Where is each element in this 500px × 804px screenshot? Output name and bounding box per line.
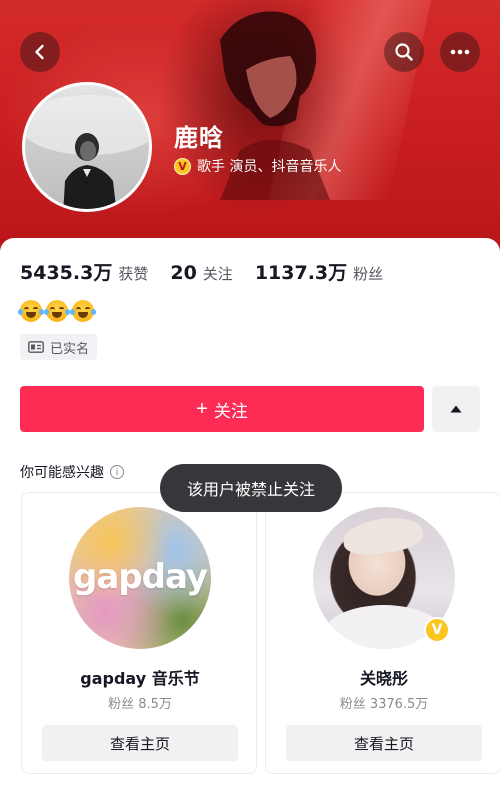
stat-label: 粉丝 — [353, 265, 384, 283]
avatar[interactable] — [22, 82, 152, 212]
recommend-avatar[interactable]: gapday — [69, 507, 211, 649]
recommend-name: gapday 音乐节 — [80, 669, 200, 688]
info-icon[interactable]: i — [110, 465, 124, 479]
search-button[interactable] — [384, 32, 424, 72]
stat-label: 关注 — [202, 265, 233, 283]
laughing-crying-emoji-icon — [18, 300, 44, 322]
gapday-logo: gapday — [72, 557, 208, 597]
search-icon — [395, 43, 413, 61]
beret-shape — [341, 513, 425, 559]
more-button[interactable] — [440, 32, 480, 72]
verification-text: 歌手 演员、抖音音乐人 — [197, 159, 342, 175]
recommend-title: 你可能感兴趣 i — [20, 462, 124, 482]
stat-following[interactable]: 20 关注 — [170, 262, 232, 284]
profile-name: 鹿晗 — [174, 124, 224, 152]
stat-label: 获赞 — [118, 265, 149, 283]
view-profile-button[interactable]: 查看主页 — [286, 725, 482, 761]
recommend-title-text: 你可能感兴趣 — [20, 465, 104, 481]
recommend-fans: 粉丝 3376.5万 — [339, 697, 429, 712]
follow-label: 关注 — [213, 401, 248, 421]
stat-likes[interactable]: 5435.3万 获赞 — [20, 258, 148, 285]
verified-badge-icon: V — [424, 617, 450, 643]
chevron-left-icon — [35, 44, 44, 60]
follow-button[interactable]: + 关注 — [20, 386, 424, 432]
recommend-card[interactable]: V 关晓彤 粉丝 3376.5万 查看主页 — [265, 492, 500, 774]
laughing-crying-emoji-icon — [44, 300, 70, 322]
id-card-icon — [28, 341, 44, 353]
verification-info: V 歌手 演员、抖音音乐人 — [174, 156, 341, 176]
triangle-up-icon — [450, 405, 462, 413]
stat-value: 1137.3万 — [254, 262, 348, 284]
real-name-label: 已实名 — [50, 341, 90, 357]
plus-icon: + — [196, 397, 208, 420]
real-name-tag: 已实名 — [20, 334, 98, 360]
expand-recommend-button[interactable] — [432, 386, 480, 432]
stat-value: 20 — [170, 262, 197, 284]
profile-stats: 5435.3万 获赞 20 关注 1137.3万 粉丝 — [20, 258, 405, 285]
verified-badge-icon: V — [174, 157, 191, 175]
view-profile-button[interactable]: 查看主页 — [42, 725, 238, 761]
stat-value: 5435.3万 — [20, 262, 113, 284]
more-dots-icon — [450, 49, 470, 55]
recommend-fans: 粉丝 8.5万 — [108, 697, 172, 712]
recommend-name: 关晓彤 — [359, 669, 408, 688]
toast-message: 该用户被禁止关注 — [160, 464, 342, 512]
recommend-card[interactable]: gapday gapday 音乐节 粉丝 8.5万 查看主页 — [21, 492, 257, 774]
bio-emojis — [18, 300, 96, 322]
back-button[interactable] — [20, 32, 60, 72]
laughing-crying-emoji-icon — [70, 300, 96, 322]
avatar-photo — [25, 95, 149, 209]
stat-followers[interactable]: 1137.3万 粉丝 — [255, 258, 383, 285]
